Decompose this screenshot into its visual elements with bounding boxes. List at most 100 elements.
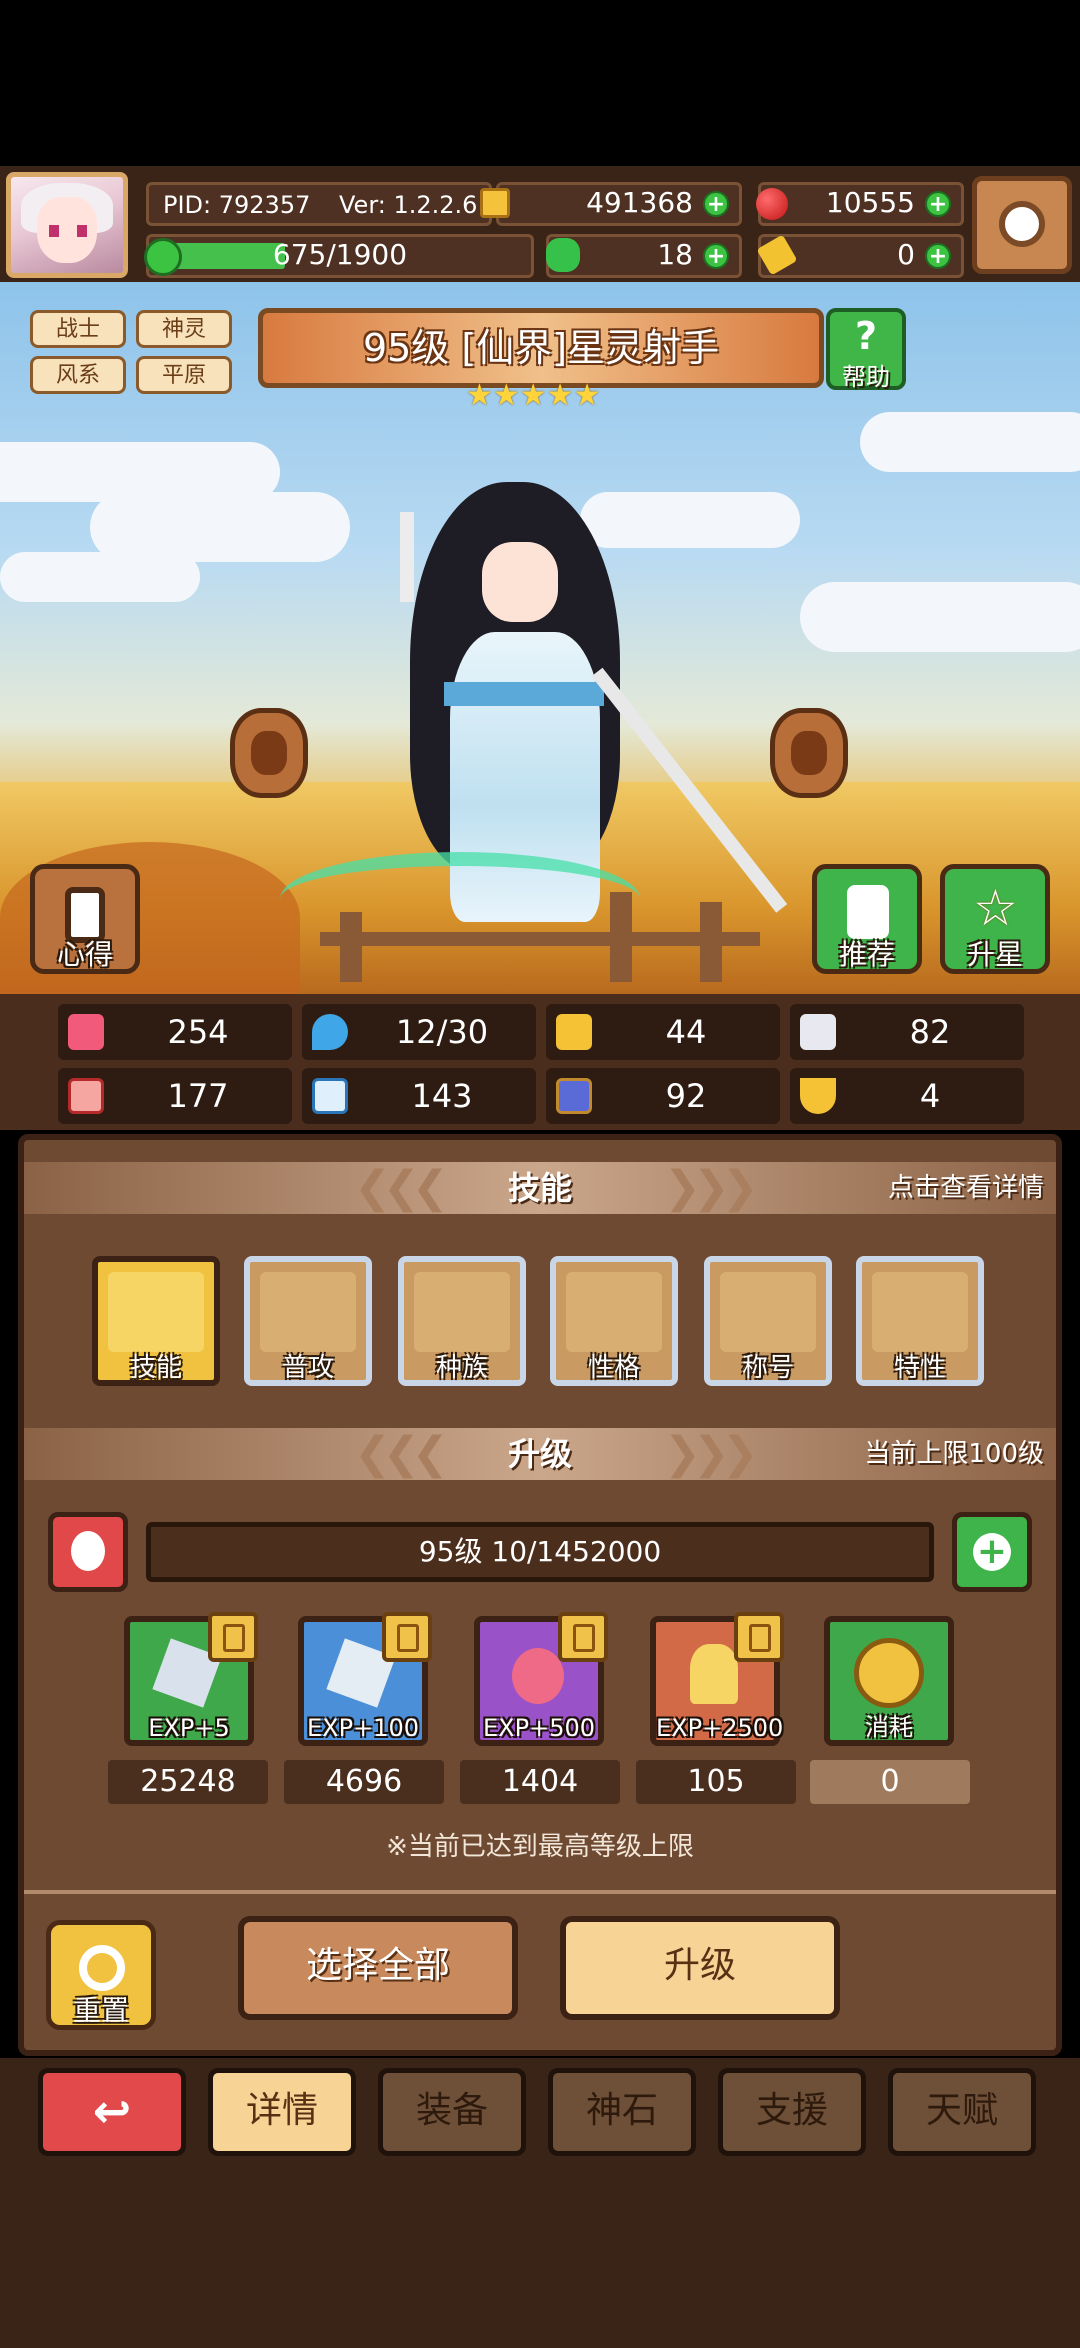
tab-details[interactable]: 详情 <box>208 2068 356 2156</box>
level-progress-text: 95级 10/1452000 <box>418 1535 662 1568</box>
skill-slot-attack[interactable]: 普攻 <box>244 1256 372 1386</box>
clover-icon <box>546 238 580 272</box>
arrow-left-icon <box>251 731 287 775</box>
clover-add-button[interactable]: + <box>703 243 729 269</box>
gem-value: 10555 <box>825 186 915 219</box>
exp-count-100: 4696 <box>284 1760 444 1804</box>
gold-add-button[interactable]: + <box>703 191 729 217</box>
wing-icon <box>800 1014 836 1050</box>
horseshoe-icon <box>800 1078 836 1114</box>
back-button[interactable]: ↩ <box>38 2068 186 2156</box>
settings-button[interactable] <box>972 176 1072 274</box>
select-all-button[interactable]: 选择全部 <box>238 1916 518 2020</box>
skill-slot-trait[interactable]: 特性 <box>856 1256 984 1386</box>
tab-godstone[interactable]: 神石 <box>548 2068 696 2156</box>
cross-emblem-icon <box>720 1272 816 1352</box>
skill-slot-skill[interactable]: 技能 <box>92 1256 220 1386</box>
exp-icon <box>144 238 182 276</box>
help-button[interactable]: ? 帮助 <box>826 308 906 391</box>
level-down-button[interactable] <box>48 1512 128 1592</box>
gear-icon <box>999 201 1045 247</box>
prev-hero-button[interactable] <box>230 708 308 798</box>
reset-button[interactable]: 重置 <box>46 1920 156 2030</box>
hero-sprite[interactable] <box>280 472 788 992</box>
star-up-label: 升星 <box>966 938 1023 971</box>
fist-icon <box>68 1078 104 1114</box>
heart-icon <box>68 1014 104 1050</box>
version-text: Ver: 1.2.2.6 <box>339 191 478 219</box>
ticket-add-button[interactable]: + <box>925 243 951 269</box>
level-up-button[interactable]: + <box>952 1512 1032 1592</box>
coin-badge-icon <box>558 1612 608 1662</box>
cost-item: 消耗 <box>824 1616 954 1746</box>
tag-warrior: 战士 <box>30 310 126 348</box>
crossed-swords-icon <box>872 1272 968 1352</box>
skill-slot-race[interactable]: 种族 <box>398 1256 526 1386</box>
ticket-value: 0 <box>897 238 915 271</box>
skills-hint[interactable]: 点击查看详情 <box>888 1162 1044 1214</box>
coin-badge-icon <box>382 1612 432 1662</box>
stat-defense: 44 <box>546 1004 780 1060</box>
star-icon: ☆ <box>973 879 1018 937</box>
gem-add-button[interactable]: + <box>925 191 951 217</box>
coin-badge-icon <box>734 1612 784 1662</box>
player-avatar[interactable] <box>6 172 128 278</box>
help-label: 帮助 <box>842 363 890 391</box>
thumbs-up-icon <box>847 885 889 939</box>
stat-luck: 4 <box>790 1068 1024 1124</box>
level-progress: 95级 10/1452000 <box>146 1522 934 1582</box>
boot-icon <box>556 1078 592 1114</box>
recommend-button[interactable]: 推荐 <box>812 864 922 974</box>
tag-wind: 风系 <box>30 356 126 394</box>
download-arrow-icon <box>71 1531 105 1571</box>
peach-icon <box>512 1648 564 1704</box>
tag-plain: 平原 <box>136 356 232 394</box>
exp-count-500: 1404 <box>460 1760 620 1804</box>
exp-bar: 675/1900 <box>146 234 534 278</box>
stat-intellect: 143 <box>302 1068 536 1124</box>
stat-speed: 82 <box>790 1004 1024 1060</box>
skill-slot-title[interactable]: 称号 <box>704 1256 832 1386</box>
stat-strength: 177 <box>58 1068 292 1124</box>
tab-support[interactable]: 支援 <box>718 2068 866 2156</box>
level-cap-notice: ※当前已达到最高等级上限 <box>386 1832 694 1862</box>
red-gem-icon <box>756 188 788 220</box>
water-drop-icon <box>312 1014 348 1050</box>
sword-icon <box>260 1272 356 1352</box>
notes-button[interactable]: 心得 <box>30 864 140 974</box>
recommend-label: 推荐 <box>838 938 895 971</box>
hero-title: 95级 [仙界]星灵射手 <box>258 308 824 388</box>
back-arrow-icon: ↩ <box>92 2084 132 2138</box>
cost-count: 0 <box>810 1760 970 1804</box>
tag-deity: 神灵 <box>136 310 232 348</box>
plus-icon: + <box>973 1533 1011 1571</box>
upgrade-header: ❮❮❮ ❯❯❯ 升级 当前上限100级 <box>24 1428 1056 1480</box>
gold-coin-icon <box>480 188 510 218</box>
stat-mana: 12/30 <box>302 1004 536 1060</box>
arrow-right-icon <box>791 731 827 775</box>
divider <box>24 1890 1056 1894</box>
refresh-icon <box>79 1945 125 1991</box>
tab-equipment[interactable]: 装备 <box>378 2068 526 2156</box>
star-rating: ★★★★★ <box>466 378 601 413</box>
skill-slot-personality[interactable]: 性格 <box>550 1256 678 1386</box>
shield-icon <box>556 1014 592 1050</box>
stat-agility: 92 <box>546 1068 780 1124</box>
gold-panel: 491368 + <box>496 182 742 226</box>
exp-item-5[interactable]: EXP+5 <box>124 1612 258 1746</box>
skills-header: ❮❮❮ ❯❯❯ 技能 点击查看详情 <box>24 1162 1056 1214</box>
upgrade-hint: 当前上限100级 <box>864 1439 1044 1469</box>
notes-label: 心得 <box>56 938 113 971</box>
star-up-button[interactable]: ☆ 升星 <box>940 864 1050 974</box>
gold-coin-icon <box>854 1638 924 1708</box>
eye-emblem-icon <box>414 1272 510 1352</box>
gem-panel: 10555 + <box>758 182 964 226</box>
next-hero-button[interactable] <box>770 708 848 798</box>
exp-item-100[interactable]: EXP+100 <box>298 1612 432 1746</box>
tab-talent[interactable]: 天赋 <box>888 2068 1036 2156</box>
question-icon: ? <box>854 314 878 358</box>
heart-badge-icon <box>108 1272 204 1352</box>
exp-item-2500[interactable]: EXP+2500 <box>650 1612 784 1746</box>
exp-item-500[interactable]: EXP+500 <box>474 1612 608 1746</box>
upgrade-button[interactable]: 升级 <box>560 1916 840 2020</box>
